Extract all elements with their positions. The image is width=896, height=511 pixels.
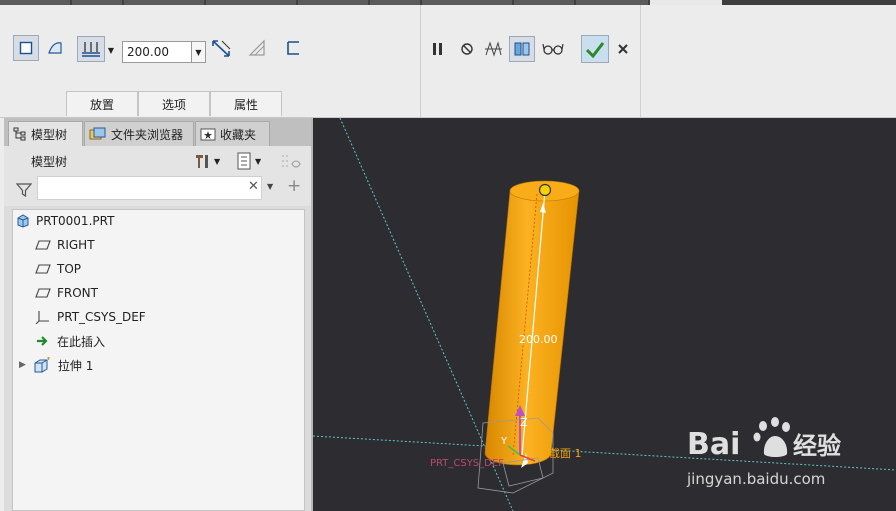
brand-text: Bai — [687, 427, 740, 462]
navigator-panel: 模型树 文件夹浏览器 收藏夹 模型树 ▼ ▼ ✕ ▼ + PRT0001.PRT… — [4, 118, 313, 511]
flip-direction-icon — [212, 40, 231, 57]
document-list-icon — [237, 152, 251, 170]
watermark-url: jingyan.baidu.com — [686, 470, 825, 488]
depth-option-dropdown[interactable]: ▼ — [106, 38, 116, 62]
favorites-icon — [200, 128, 216, 141]
tree-item-right[interactable]: RIGHT — [35, 234, 95, 256]
tree-item-csys[interactable]: PRT_CSYS_DEF — [35, 306, 146, 328]
pause-button[interactable] — [425, 36, 451, 62]
cancel-button[interactable] — [610, 36, 636, 62]
section-label: 截面 1 — [549, 446, 582, 460]
tab-model-tree-label: 模型树 — [31, 127, 68, 142]
expand-arrow-icon[interactable]: ▶ — [19, 360, 26, 370]
chevron-down-icon: ▼ — [214, 156, 221, 166]
surface-extrude-button[interactable] — [42, 35, 68, 61]
csys-icon — [35, 311, 49, 324]
filter-dropdown-chevron-icon[interactable]: ▼ — [267, 182, 273, 191]
extrude-icon — [34, 357, 50, 373]
tree-item-label: TOP — [57, 262, 82, 276]
solid-extrude-button[interactable] — [13, 35, 39, 61]
tools-icon — [196, 155, 208, 168]
model-tree: PRT0001.PRT RIGHT TOP FRONT PRT_CSYS_DEF… — [12, 209, 305, 511]
tree-toolbar: 模型树 ▼ ▼ ✕ ▼ + — [4, 146, 311, 206]
close-icon — [618, 44, 628, 54]
datum-plane-icon — [35, 240, 51, 250]
hide-items-icon[interactable] — [280, 152, 302, 170]
paw-icon — [753, 417, 790, 457]
tree-item-root[interactable]: PRT0001.PRT — [16, 210, 114, 232]
mesh-preview-icon — [485, 41, 502, 57]
tree-item-label: FRONT — [57, 286, 98, 300]
ok-button[interactable] — [581, 35, 609, 63]
tree-item-label: 在此插入 — [57, 334, 106, 349]
y-axis-label: Y — [500, 436, 508, 447]
verify-button[interactable] — [540, 36, 566, 62]
checkmark-icon — [585, 42, 605, 58]
tree-settings-button[interactable]: ▼ — [193, 150, 223, 172]
brand-suffix-text: 经验 — [793, 432, 841, 460]
tab-folder-browser[interactable]: 文件夹浏览器 — [84, 121, 194, 146]
remove-material-button[interactable] — [244, 35, 270, 61]
z-axis-label: Z — [520, 416, 528, 429]
dimension-value-label[interactable]: 200.00 — [519, 333, 558, 346]
clear-filter-icon[interactable]: ✕ — [248, 179, 259, 194]
extrude-dashboard: ▼ 200.00 ▼ 放置 选项 属性 — [0, 5, 896, 118]
depth-value-dropdown[interactable]: ▼ — [192, 41, 206, 63]
depth-drag-handle[interactable] — [538, 183, 552, 197]
tree-show-button[interactable]: ▼ — [236, 150, 268, 172]
no-preview-icon — [461, 43, 473, 55]
tab-model-tree[interactable]: 模型树 — [8, 121, 83, 146]
feature-preview-button[interactable] — [509, 36, 535, 62]
tree-item-extrude[interactable]: ▶ 拉伸 1 — [19, 354, 93, 376]
csys-label: PRT_CSYS_DEF — [430, 458, 504, 469]
geometry-preview-button[interactable] — [480, 36, 506, 62]
tree-item-label: PRT_CSYS_DEF — [57, 310, 146, 324]
tree-header-label: 模型树 — [31, 155, 68, 169]
tree-item-insert-here[interactable]: 在此插入 — [35, 330, 105, 352]
part-icon — [17, 214, 29, 228]
chevron-down-icon: ▼ — [255, 156, 262, 166]
blind-depth-icon — [82, 42, 100, 57]
folder-browser-icon — [89, 127, 106, 140]
add-filter-icon[interactable]: + — [287, 176, 301, 196]
surface-icon — [48, 42, 62, 54]
tree-item-front[interactable]: FRONT — [35, 282, 98, 304]
tree-item-label: RIGHT — [57, 238, 95, 252]
tab-placement[interactable]: 放置 — [66, 91, 138, 116]
remove-material-icon — [248, 39, 265, 56]
graphics-window[interactable]: 200.00 Z Y PRT_CSYS_DEF 截面 1 Bai 经验 jing… — [313, 118, 896, 511]
baidu-jingyan-watermark: Bai 经验 jingyan.baidu.com — [685, 410, 895, 510]
tree-item-label: PRT0001.PRT — [36, 214, 115, 228]
datum-plane-icon — [35, 264, 51, 274]
tree-item-top[interactable]: TOP — [35, 258, 81, 280]
model-tree-icon — [13, 127, 26, 141]
feature-preview-icon — [514, 42, 530, 56]
tree-item-label: 拉伸 1 — [57, 358, 94, 373]
pause-icon — [433, 43, 442, 55]
tab-folder-browser-label: 文件夹浏览器 — [111, 127, 184, 142]
tab-favorites-label: 收藏夹 — [220, 127, 257, 142]
tab-favorites[interactable]: 收藏夹 — [195, 121, 270, 146]
datum-plane-icon — [35, 288, 51, 298]
insert-arrow-icon — [37, 336, 48, 346]
depth-option-button[interactable] — [77, 36, 105, 62]
glasses-icon — [542, 43, 564, 55]
solid-icon — [19, 41, 33, 55]
tab-properties[interactable]: 属性 — [210, 91, 282, 116]
extruded-cylinder[interactable] — [484, 180, 580, 466]
thicken-icon — [287, 41, 299, 55]
filter-icon[interactable] — [16, 182, 32, 198]
baidu-logo: Bai 经验 jingyan.baidu.com — [686, 417, 841, 488]
depth-value-input[interactable]: 200.00 — [122, 41, 192, 63]
flip-direction-button[interactable] — [208, 35, 234, 61]
tree-filter-input[interactable] — [37, 176, 262, 200]
tab-options[interactable]: 选项 — [138, 91, 210, 116]
no-preview-button[interactable] — [454, 36, 480, 62]
navigator-tabs: 模型树 文件夹浏览器 收藏夹 — [4, 118, 311, 146]
thicken-sketch-button[interactable] — [280, 35, 306, 61]
